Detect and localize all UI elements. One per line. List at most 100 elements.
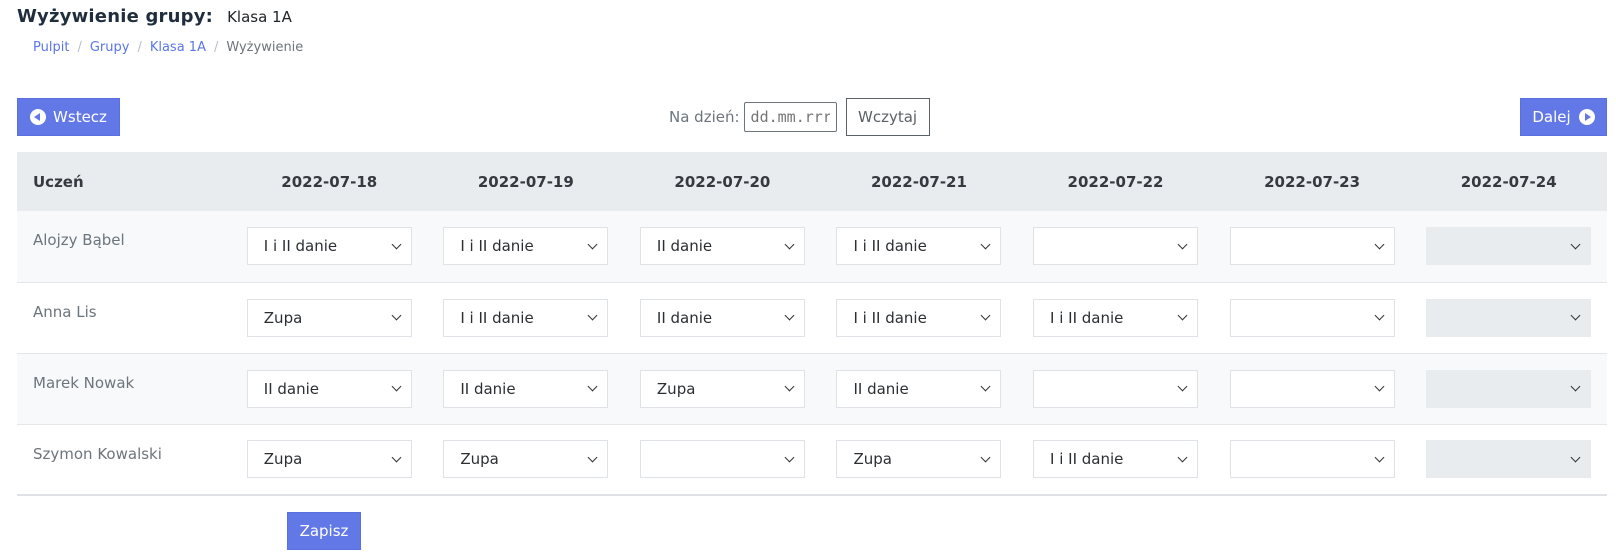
next-button-label: Dalej [1532,108,1571,126]
chevron-down-icon [784,310,795,321]
meal-select[interactable]: I i II danie [836,298,1002,337]
next-button[interactable]: Dalej [1520,98,1607,136]
meal-select-value: I i II danie [853,308,927,327]
chevron-down-icon [1374,239,1385,250]
chevron-down-icon [1570,381,1581,392]
column-header-date: 2022-07-22 [1067,172,1164,191]
meal-select[interactable] [1229,440,1395,479]
meal-select[interactable] [1229,227,1395,266]
meal-select[interactable]: Zupa [836,440,1002,479]
meal-select-value: I i II danie [460,237,534,256]
meal-select[interactable] [1229,298,1395,337]
meal-select-value: II danie [460,379,516,398]
meal-cell [1214,424,1411,495]
meal-select-value: Zupa [263,308,303,327]
breadcrumb-item-current: Wyżywienie [226,40,304,55]
column-header-date: 2022-07-20 [674,172,771,191]
breadcrumb-item-pulpit[interactable]: Pulpit [33,40,69,55]
meal-cell [1017,211,1214,282]
meal-cell: Zupa [231,282,428,353]
chevron-down-icon [1177,381,1188,392]
meal-cell: I i II danie [821,282,1018,353]
column-header-date: 2022-07-19 [477,172,574,191]
chevron-down-icon [391,452,402,463]
meal-cell: I i II danie [428,282,625,353]
arrow-circle-left-icon [30,109,47,125]
meal-select-value: II danie [263,379,320,398]
meal-cell: Zupa [821,424,1018,495]
meal-select[interactable]: Zupa [246,298,412,337]
chevron-down-icon [981,310,991,321]
table-row: Alojzy Bąbel I i II danie I i II danie II d… [17,211,1607,282]
meal-select-value: Zupa [656,379,696,398]
meal-select [1426,440,1592,479]
save-button[interactable]: Zapisz [287,512,361,550]
meal-select[interactable]: Zupa [246,440,412,479]
meal-cell: I i II danie [428,211,625,282]
arrow-circle-right-icon [1578,109,1595,125]
date-picker-group: Na dzień: Wczytaj [669,98,930,136]
meal-select-value: I i II danie [1050,308,1124,327]
page-title: Wyżywienie grupy: [17,6,214,27]
column-header-date: 2022-07-18 [281,172,378,191]
meal-select[interactable]: I i II danie [246,227,412,266]
chevron-down-icon [1374,310,1385,321]
meal-select[interactable]: II danie [443,369,609,408]
table-header-row: Uczeń 2022-07-18 2022-07-19 2022-07-20 2… [17,152,1607,211]
meal-cell [1214,353,1411,424]
meal-cell [624,424,821,495]
chevron-down-icon [1374,381,1385,392]
meal-select[interactable]: Zupa [639,369,805,408]
meal-select[interactable] [1229,369,1395,408]
meal-cell: II danie [231,353,428,424]
meal-select-value: I i II danie [460,308,534,327]
date-label: Na dzień: [669,108,740,126]
meal-select[interactable]: I i II danie [836,227,1002,266]
column-header-date: 2022-07-23 [1264,172,1361,191]
chevron-down-icon [391,239,402,250]
meal-cell: I i II danie [1017,282,1214,353]
date-input[interactable] [743,102,837,132]
meal-cell [1410,353,1607,424]
table-row: Anna Lis Zupa I i II danie II danie I i II d… [17,282,1607,353]
meal-select[interactable]: II danie [639,298,805,337]
meal-cell: II danie [624,282,821,353]
student-name: Szymon Kowalski [33,444,162,463]
meal-select[interactable]: II danie [246,369,412,408]
meal-cell [1410,211,1607,282]
student-name: Marek Nowak [33,373,135,392]
student-name: Anna Lis [33,302,97,321]
meal-cell: Zupa [428,424,625,495]
meal-cell: Zupa [624,353,821,424]
meal-select[interactable]: I i II danie [1033,298,1199,337]
meal-select-value: Zupa [853,450,892,469]
meal-select[interactable] [1033,227,1199,266]
meal-select[interactable] [1033,369,1199,408]
meal-select-value: I i II danie [1050,450,1124,469]
meal-select[interactable]: II danie [836,369,1002,408]
meal-cell: II danie [428,353,625,424]
meal-select[interactable]: Zupa [443,440,609,479]
meal-select[interactable]: I i II danie [443,298,609,337]
page-header: Wyżywienie grupy: Klasa 1A [17,6,292,32]
breadcrumb-item-grupy[interactable]: Grupy [90,40,130,55]
chevron-down-icon [391,381,402,392]
breadcrumb-item-klasa[interactable]: Klasa 1A [150,40,206,55]
meals-table: Uczeń 2022-07-18 2022-07-19 2022-07-20 2… [17,152,1607,496]
meal-select-value: II danie [656,237,713,256]
meal-select[interactable] [639,440,805,479]
breadcrumb: Pulpit / Grupy / Klasa 1A / Wyżywienie [33,40,303,55]
meal-select[interactable]: I i II danie [443,227,609,266]
meal-cell: I i II danie [821,211,1018,282]
load-button[interactable]: Wczytaj [845,98,930,136]
meal-cell [1017,353,1214,424]
chevron-down-icon [391,310,402,321]
meal-select[interactable]: II danie [639,227,805,266]
chevron-down-icon [587,381,598,392]
meal-select-value: Zupa [263,450,303,469]
chevron-down-icon [784,452,795,463]
back-button[interactable]: Wstecz [17,98,120,136]
meal-select[interactable]: I i II danie [1033,440,1199,479]
meal-cell: I i II danie [231,211,428,282]
chevron-down-icon [1177,452,1188,463]
